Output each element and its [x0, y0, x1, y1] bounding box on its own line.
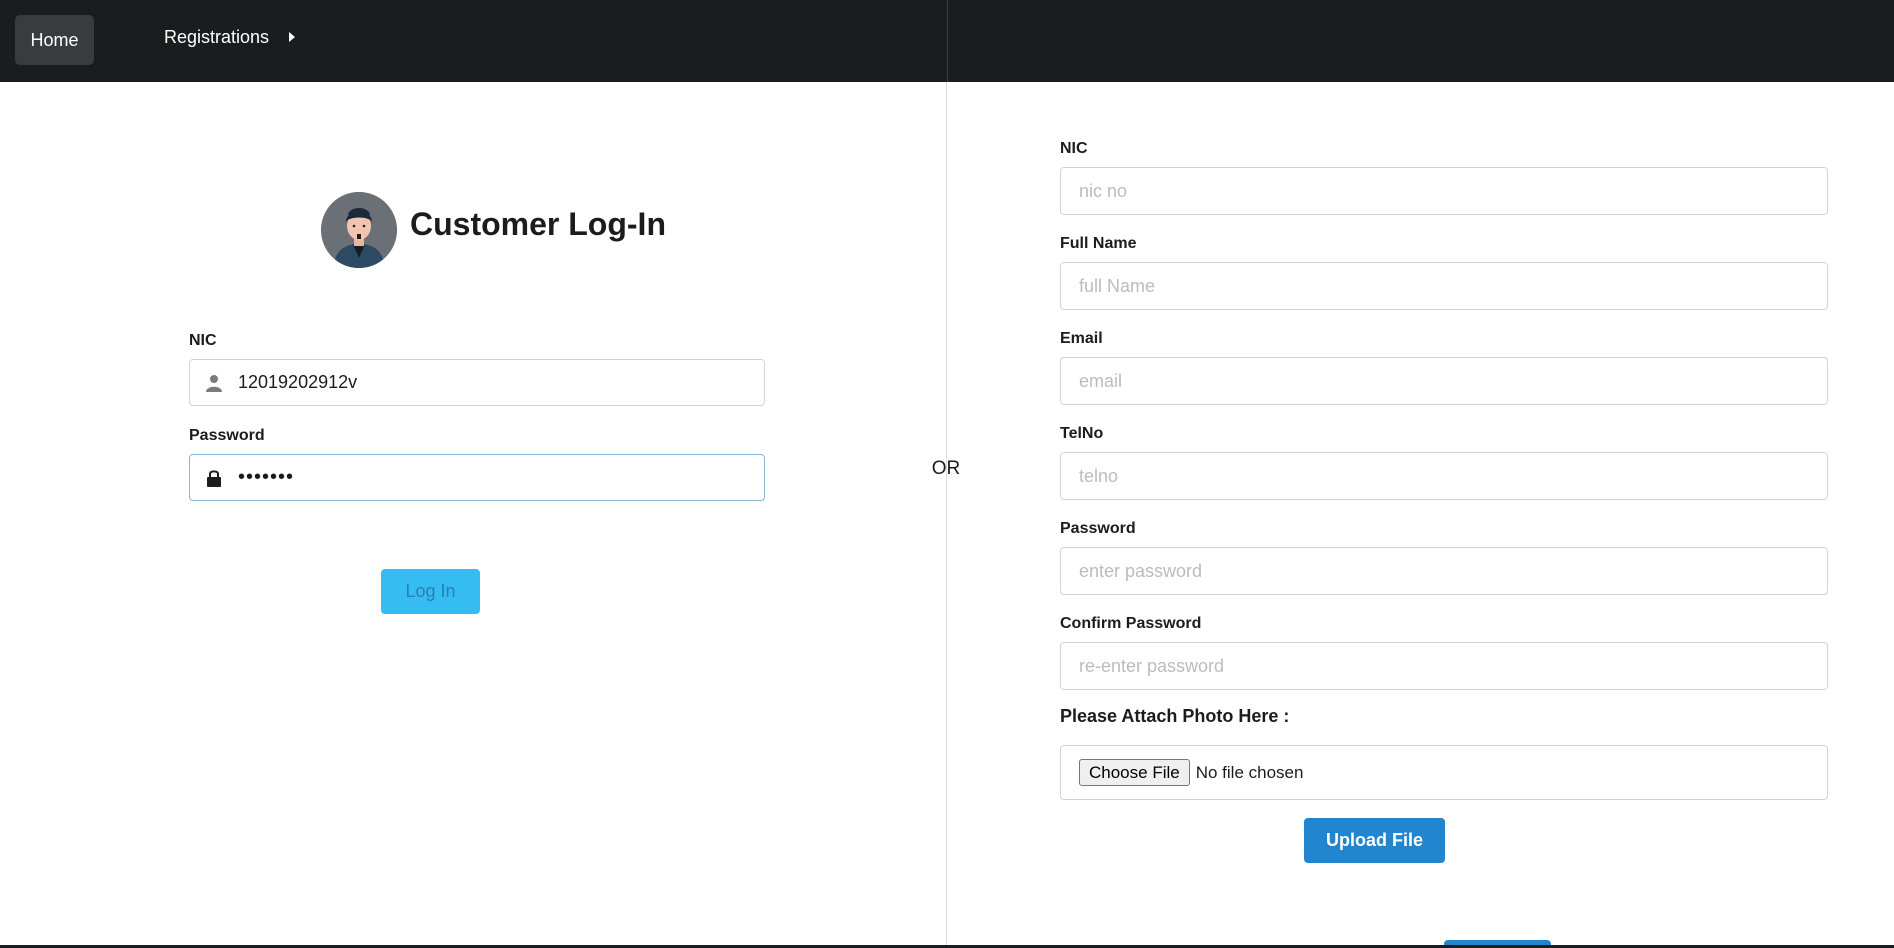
- reg-confirm-input[interactable]: re-enter password: [1060, 642, 1828, 690]
- lock-icon: [190, 455, 238, 500]
- reg-nic-label: NIC: [1060, 140, 1088, 157]
- no-file-text: No file chosen: [1195, 762, 1304, 782]
- or-label: OR: [931, 458, 961, 479]
- reg-telno-input[interactable]: telno: [1060, 452, 1828, 500]
- login-nic-input[interactable]: 12019202912v: [189, 359, 765, 406]
- login-nic-label: NIC: [189, 332, 217, 349]
- reg-nic-input[interactable]: nic no: [1060, 167, 1828, 215]
- reg-telno-label: TelNo: [1060, 425, 1104, 442]
- nav-registrations-label: Registrations: [164, 27, 270, 47]
- reg-password-input[interactable]: enter password: [1060, 547, 1828, 595]
- attach-photo-label: Please Attach Photo Here :: [1060, 706, 1290, 726]
- reg-email-label: Email: [1060, 330, 1103, 347]
- top-navbar: Home Registrations: [0, 0, 1894, 82]
- user-icon: [190, 360, 238, 405]
- reg-email-input[interactable]: email: [1060, 357, 1828, 405]
- avatar-image: [321, 192, 397, 268]
- login-title: Customer Log-In: [410, 206, 666, 242]
- vertical-divider: [946, 82, 947, 948]
- reg-confirm-label: Confirm Password: [1060, 615, 1202, 632]
- nav-divider: [947, 0, 948, 82]
- nav-home[interactable]: Home: [15, 15, 94, 65]
- login-password-input[interactable]: •••••••: [189, 454, 765, 501]
- login-button[interactable]: Log In: [381, 569, 480, 614]
- upload-file-button[interactable]: Upload File: [1304, 818, 1445, 863]
- login-password-label: Password: [189, 427, 265, 444]
- reg-password-label: Password: [1060, 520, 1136, 537]
- nav-registrations[interactable]: Registrations: [164, 24, 296, 50]
- caret-right-icon: [289, 32, 296, 42]
- choose-file-button[interactable]: Choose File: [1079, 759, 1190, 786]
- reg-fullname-label: Full Name: [1060, 235, 1137, 252]
- login-nic-value: 12019202912v: [238, 372, 358, 392]
- file-input: Choose File No file chosen: [1060, 745, 1828, 800]
- reg-fullname-input[interactable]: full Name: [1060, 262, 1828, 310]
- login-password-value: •••••••: [238, 466, 295, 488]
